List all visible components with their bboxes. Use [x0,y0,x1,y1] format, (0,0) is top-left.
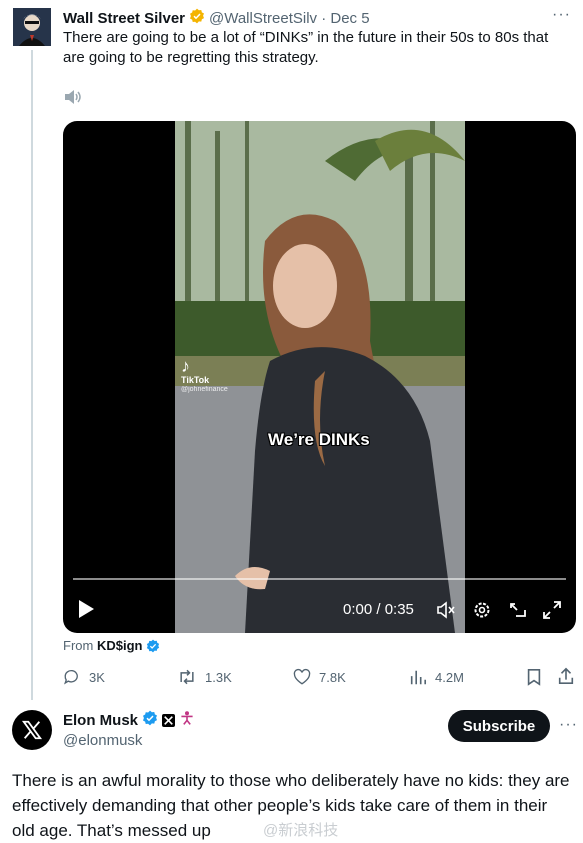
author-name[interactable]: Wall Street Silver [63,10,185,27]
from-label: From [63,638,94,653]
heart-icon [293,668,311,685]
video-caption: We’re DINKs [268,430,370,449]
tweet-text: There are going to be a lot of “DINKs” i… [63,29,549,66]
x-logo-icon [21,720,43,740]
mute-icon[interactable] [436,601,456,624]
verified-badge-icon [146,639,160,656]
repost-icon [180,669,194,685]
x-affiliate-badge-icon [162,714,176,727]
verified-gold-badge-icon [189,8,205,29]
repost-button[interactable]: 1.3K [177,668,232,686]
tiktok-label: TikTok [181,375,210,385]
settings-gear-icon[interactable] [472,600,492,625]
like-count: 7.8K [319,669,346,685]
reply-count: 3K [89,669,105,685]
video-progress-bar[interactable] [73,578,566,580]
source-watermark: @新浪科技 [263,822,339,839]
tiktok-user: @johnefinance [181,386,228,393]
author-handle-date[interactable]: @WallStreetSilv · Dec 5 [209,10,370,27]
reply-author-name[interactable]: Elon Musk [63,712,138,729]
video-timecode: 0:00 / 0:35 [343,601,414,618]
play-button[interactable] [77,599,95,624]
source-account-link[interactable]: KD$ign [97,638,143,653]
verified-badge-icon [142,710,158,731]
accessibility-badge-icon [179,710,195,731]
wallstreetsilver-avatar[interactable] [13,8,51,46]
bookmark-icon[interactable] [526,668,542,691]
thread-connector-line [31,50,33,700]
views-chart-icon [410,670,427,685]
fullscreen-icon[interactable] [542,600,562,625]
tiktok-watermark: ♪ TikTok @johnefinance [181,357,228,395]
reply-author-handle[interactable]: @elonmusk [63,732,142,749]
reply-more-options-button[interactable]: ··· [559,716,578,734]
picture-in-picture-icon[interactable] [508,600,528,625]
elonmusk-avatar[interactable] [12,710,52,750]
more-options-button[interactable]: ··· [552,6,571,24]
like-button[interactable]: 7.8K [293,668,346,686]
video-player[interactable]: ♪ TikTok @johnefinance We’re DINKs 0:00 … [63,121,576,633]
view-count: 4.2M [435,669,464,685]
tiktok-logo-icon: ♪ [181,356,190,376]
reply-icon [64,669,78,685]
subscribe-button[interactable]: Subscribe [448,710,550,742]
video-source-attribution: From KD$ign [63,638,160,656]
share-icon[interactable] [557,667,575,690]
views-button[interactable]: 4.2M [409,668,464,686]
reply-button[interactable]: 3K [63,668,105,686]
audio-speaker-icon [63,89,83,110]
repost-count: 1.3K [205,669,232,685]
